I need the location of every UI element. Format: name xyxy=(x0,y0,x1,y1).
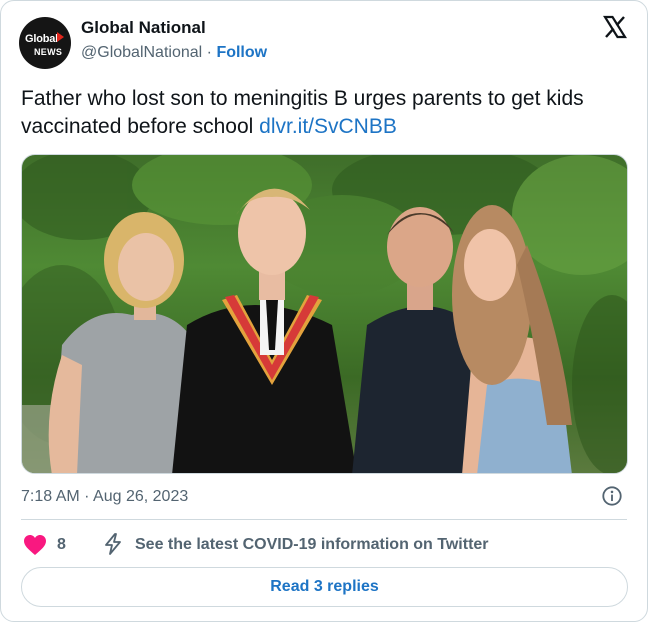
tweet-text: Father who lost son to meningitis B urge… xyxy=(21,85,621,141)
tweet-header: Global NEWS Global National @GlobalNatio… xyxy=(19,13,629,69)
x-logo-icon[interactable] xyxy=(603,15,627,39)
divider xyxy=(21,519,627,520)
action-bar: 8 See the latest COVID-19 information on… xyxy=(21,532,621,558)
display-name[interactable]: Global National xyxy=(81,17,267,39)
covid-info-link[interactable]: See the latest COVID-19 information on T… xyxy=(135,534,489,556)
handle-separator: · xyxy=(206,44,212,61)
avatar-logo-subtext: NEWS xyxy=(34,47,63,57)
avatar-logo-text: Global xyxy=(25,33,59,45)
heart-icon[interactable] xyxy=(23,534,47,556)
avatar[interactable]: Global NEWS xyxy=(19,17,71,69)
account-handle[interactable]: @GlobalNational xyxy=(81,44,202,61)
tweet-card: Global NEWS Global National @GlobalNatio… xyxy=(0,0,648,622)
account-info: Global National @GlobalNational · Follow xyxy=(81,17,267,64)
info-icon[interactable] xyxy=(601,485,623,507)
lightning-bolt-icon xyxy=(105,533,121,555)
timestamp[interactable]: 7:18 AM · Aug 26, 2023 xyxy=(21,487,188,507)
avatar-logo-mark-icon xyxy=(57,32,64,42)
tweet-link[interactable]: dlvr.it/SvCNBB xyxy=(259,115,397,138)
tweet-photo[interactable] xyxy=(21,154,628,474)
follow-link[interactable]: Follow xyxy=(216,44,267,61)
like-count[interactable]: 8 xyxy=(57,534,66,556)
photo-icon xyxy=(22,155,627,473)
handle-row: @GlobalNational · Follow xyxy=(81,42,267,64)
read-replies-button[interactable]: Read 3 replies xyxy=(21,567,628,607)
